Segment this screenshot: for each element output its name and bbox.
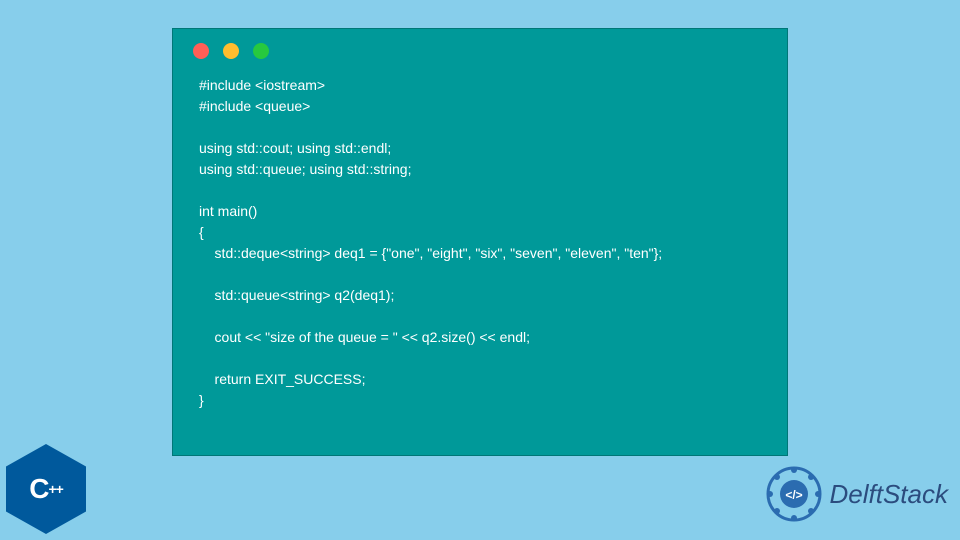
code-window: #include <iostream> #include <queue> usi… <box>172 28 788 456</box>
maximize-icon <box>253 43 269 59</box>
gear-emblem-icon: </> <box>764 464 824 524</box>
window-controls <box>173 29 787 67</box>
brand-name: DelftStack <box>830 479 949 510</box>
code-content: #include <iostream> #include <queue> usi… <box>173 67 787 431</box>
cpp-logo: C++ <box>6 444 86 534</box>
brand-logo: </> DelftStack <box>764 464 949 524</box>
hexagon-icon: C++ <box>6 444 86 534</box>
cpp-letter: C++ <box>29 473 63 505</box>
svg-text:</>: </> <box>785 488 802 502</box>
minimize-icon <box>223 43 239 59</box>
close-icon <box>193 43 209 59</box>
